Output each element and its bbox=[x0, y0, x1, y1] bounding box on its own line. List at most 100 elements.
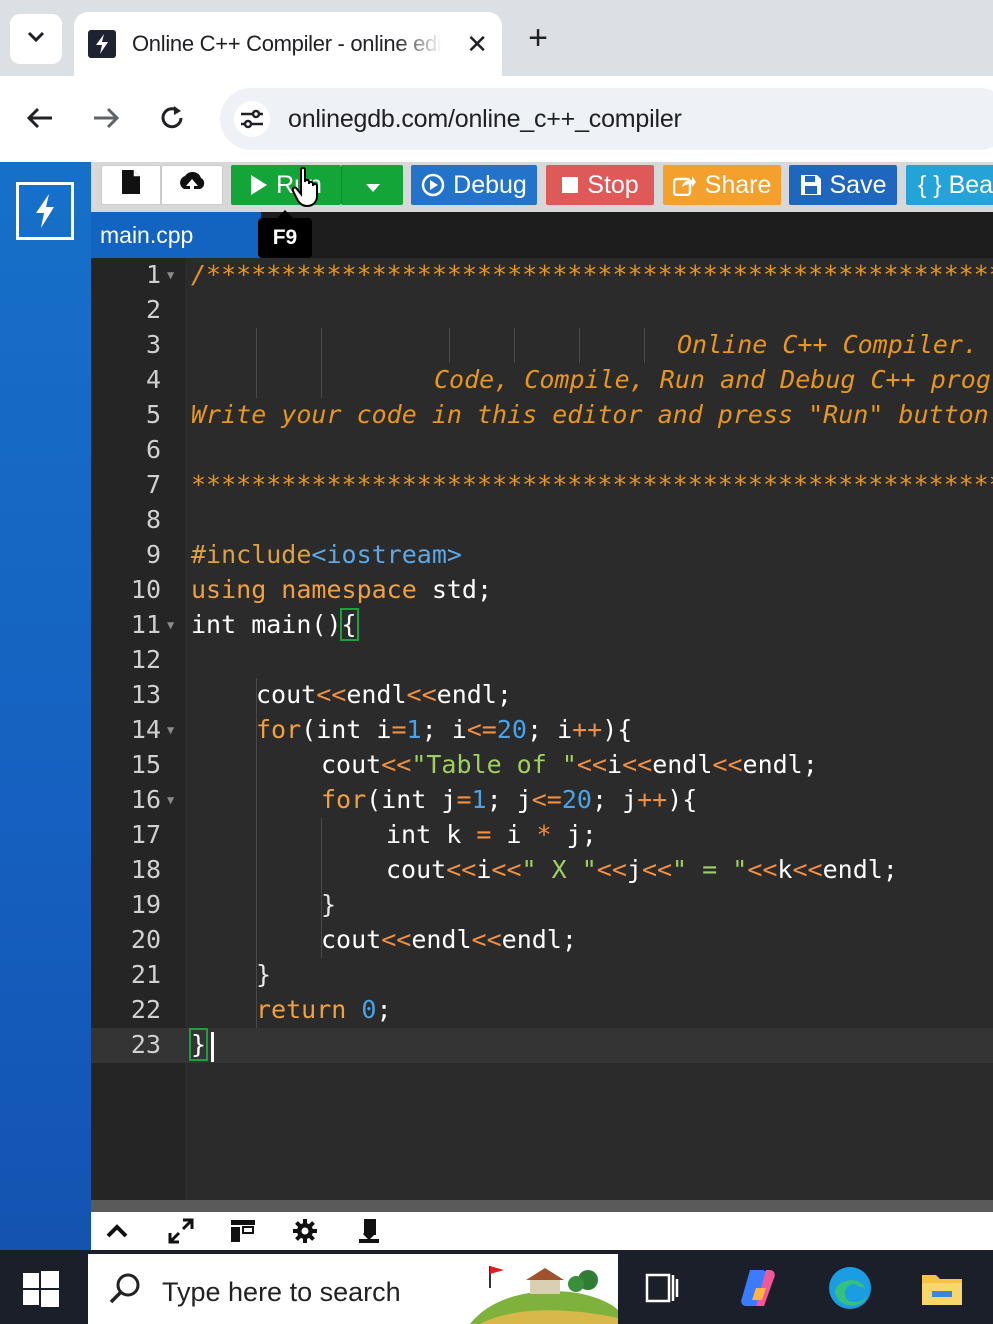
taskbar-search-box[interactable]: Type here to search bbox=[88, 1254, 618, 1324]
file-tab-main-cpp[interactable]: main.cpp bbox=[91, 212, 261, 258]
code-line: 18 cout<<i<<" X "<<j<<" = "<<k<<endl; bbox=[91, 853, 993, 888]
code-token: ; j bbox=[591, 785, 638, 814]
code-text: /***************************************… bbox=[191, 260, 993, 289]
new-file-icon bbox=[121, 169, 141, 202]
code-token: 20 bbox=[561, 785, 592, 814]
reload-icon[interactable] bbox=[150, 96, 194, 140]
code-token: ; j bbox=[486, 785, 532, 814]
code-token: << bbox=[381, 750, 412, 779]
share-button[interactable]: Share bbox=[663, 165, 781, 205]
code-line: 8 bbox=[91, 503, 993, 538]
line-number: 15 bbox=[130, 750, 161, 779]
code-token: << bbox=[576, 750, 608, 779]
download-icon[interactable] bbox=[355, 1218, 383, 1244]
fold-arrow-icon[interactable]: ▼ bbox=[167, 793, 174, 807]
forward-icon[interactable] bbox=[84, 96, 128, 140]
upload-button[interactable] bbox=[161, 165, 223, 205]
matching-bracket: } bbox=[188, 1028, 209, 1061]
code-editor[interactable]: 1 ▼ /***********************************… bbox=[91, 258, 993, 1200]
line-number: 22 bbox=[130, 995, 161, 1024]
code-token: i bbox=[491, 820, 537, 849]
task-view-icon[interactable] bbox=[638, 1264, 686, 1312]
address-bar[interactable]: onlinegdb.com/online_c++_compiler bbox=[220, 88, 993, 150]
code-token: << bbox=[747, 855, 778, 884]
save-button[interactable]: Save bbox=[789, 165, 897, 205]
code-token: std; bbox=[416, 575, 493, 604]
edge-icon[interactable] bbox=[826, 1264, 874, 1312]
share-label: Share bbox=[704, 170, 772, 199]
line-number: 21 bbox=[130, 960, 161, 989]
chevron-down-icon bbox=[26, 30, 46, 49]
upload-icon bbox=[177, 169, 207, 202]
code-token: for bbox=[256, 715, 302, 744]
layout-icon[interactable] bbox=[229, 1218, 257, 1244]
mouse-cursor-icon bbox=[291, 166, 327, 215]
browser-tab-active[interactable]: Online C++ Compiler - online editor ✕ bbox=[74, 12, 502, 76]
code-token: << bbox=[622, 750, 653, 779]
search-placeholder: Type here to search bbox=[162, 1277, 401, 1307]
fold-arrow-icon[interactable]: ▼ bbox=[167, 268, 174, 282]
editor-toolbar: Run Debug Stop Share Save {} Bea bbox=[91, 162, 993, 212]
browser-toolbar: onlinegdb.com/online_c++_compiler bbox=[0, 76, 993, 162]
save-icon bbox=[800, 174, 822, 196]
site-info-icon[interactable] bbox=[234, 101, 270, 137]
code-token: endl; bbox=[501, 925, 577, 954]
fold-arrow-icon[interactable]: ▼ bbox=[167, 618, 174, 632]
copilot-icon[interactable] bbox=[734, 1264, 782, 1312]
code-text: for(int j=1; j<=20; j++){ bbox=[321, 785, 697, 814]
code-token: endl bbox=[652, 750, 713, 779]
url-text: onlinegdb.com/online_c++_compiler bbox=[288, 105, 682, 133]
code-token: endl; bbox=[742, 750, 818, 779]
line-number: 11 bbox=[130, 610, 161, 639]
new-file-button[interactable] bbox=[101, 165, 161, 205]
code-line: 14 ▼ for(int i=1; i<=20; i++){ bbox=[91, 713, 993, 748]
plus-icon[interactable]: + bbox=[518, 18, 558, 58]
line-number: 23 bbox=[130, 1030, 161, 1059]
windows-taskbar: Type here to search bbox=[0, 1250, 993, 1324]
share-icon bbox=[672, 174, 697, 196]
tab-title: Online C++ Compiler - online editor bbox=[132, 31, 442, 56]
line-number: 16 bbox=[130, 785, 161, 814]
matching-bracket: { bbox=[339, 608, 359, 641]
line-number: 1 bbox=[145, 260, 161, 289]
debug-button[interactable]: Debug bbox=[411, 165, 537, 205]
line-number: 9 bbox=[145, 540, 161, 569]
code-text: } bbox=[256, 960, 272, 989]
line-number: 3 bbox=[145, 330, 161, 359]
code-token: using namespace bbox=[191, 575, 417, 604]
code-token: cout bbox=[256, 680, 317, 709]
beautify-label: { } Beautify bbox=[918, 170, 993, 199]
code-token: = bbox=[391, 715, 407, 744]
back-icon[interactable] bbox=[18, 96, 62, 140]
line-number: 14 bbox=[130, 715, 161, 744]
code-token: << bbox=[596, 855, 627, 884]
close-icon[interactable]: ✕ bbox=[466, 29, 488, 60]
dropdown-icon bbox=[365, 171, 381, 200]
code-token: cout bbox=[321, 750, 382, 779]
run-options-dropdown[interactable] bbox=[341, 165, 403, 205]
tab-search-button[interactable] bbox=[10, 14, 62, 64]
code-text: cout<<endl<<endl; bbox=[256, 680, 512, 709]
code-token: return bbox=[256, 995, 347, 1024]
file-explorer-icon[interactable] bbox=[918, 1264, 966, 1312]
lightning-icon[interactable] bbox=[16, 182, 74, 240]
code-text: Code, Compile, Run and Debug C++ program… bbox=[434, 365, 993, 394]
code-token: 1 bbox=[471, 785, 487, 814]
code-text: #include<iostream> bbox=[191, 540, 462, 569]
expand-icon[interactable] bbox=[167, 1218, 195, 1244]
code-line: 22 return 0; bbox=[91, 993, 993, 1028]
beautify-button[interactable]: { } Beautify bbox=[906, 165, 993, 205]
panel-divider[interactable] bbox=[91, 1200, 993, 1212]
line-number: 5 bbox=[145, 400, 161, 429]
windows-start-icon[interactable] bbox=[22, 1270, 60, 1313]
fold-arrow-icon[interactable]: ▼ bbox=[167, 723, 174, 737]
chevron-up-icon[interactable] bbox=[103, 1218, 131, 1244]
stop-button[interactable]: Stop bbox=[546, 165, 654, 205]
code-token: ){ bbox=[602, 715, 633, 744]
gear-icon[interactable] bbox=[291, 1218, 319, 1244]
code-token: int main() bbox=[191, 610, 342, 639]
code-text: cout<<i<<" X "<<j<<" = "<<k<<endl; bbox=[386, 855, 898, 884]
code-line: 7 **************************************… bbox=[91, 468, 993, 503]
code-line: 9 #include<iostream> bbox=[91, 538, 993, 573]
code-token: << bbox=[792, 855, 823, 884]
